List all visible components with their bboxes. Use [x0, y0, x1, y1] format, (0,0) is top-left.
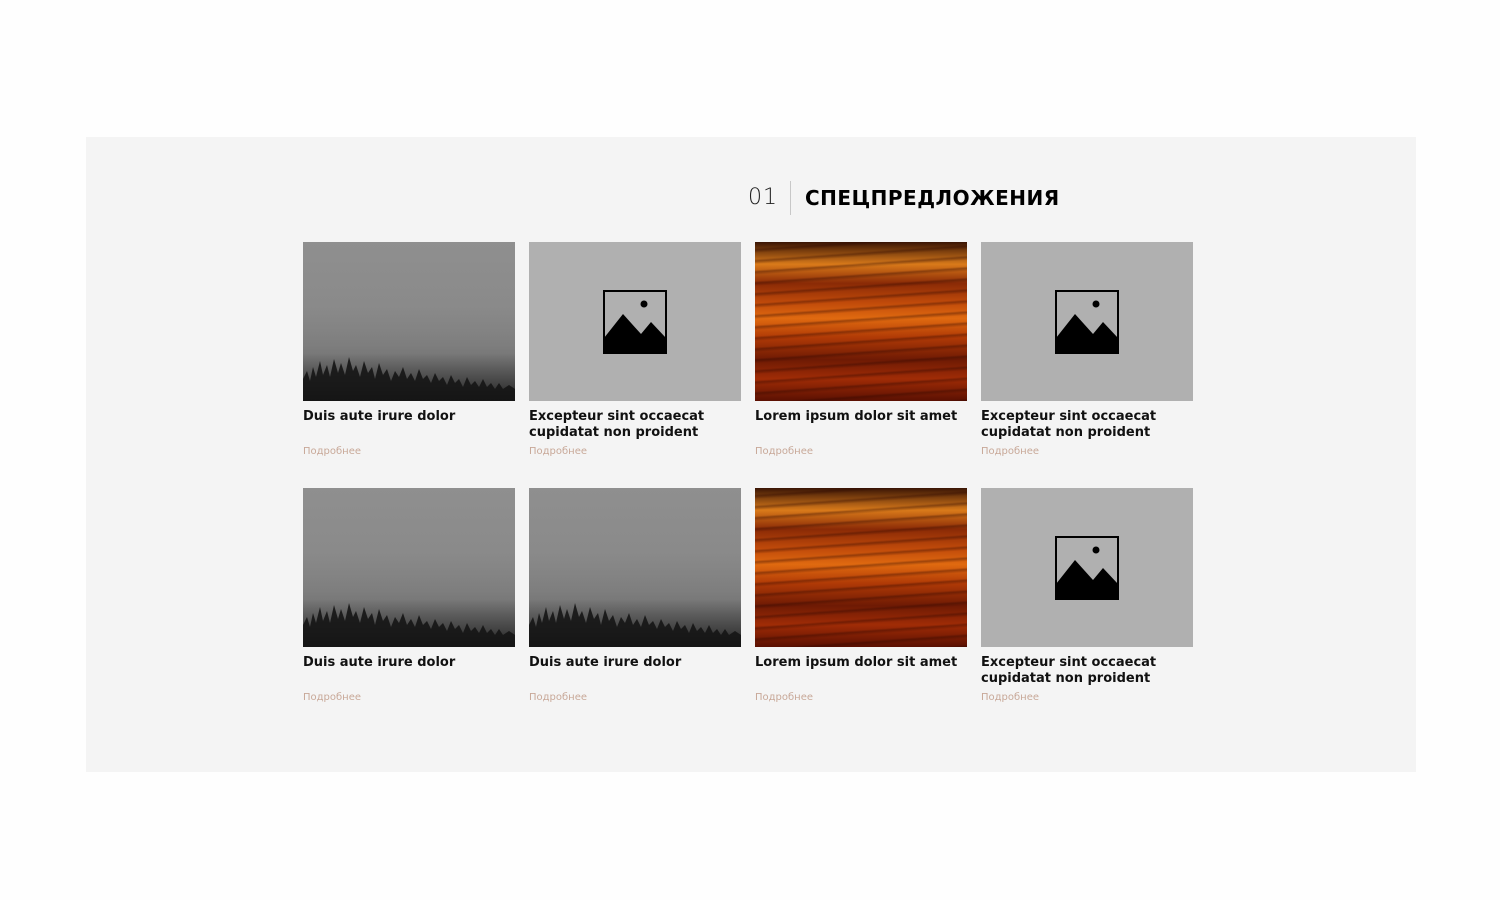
forest-silhouette: [303, 357, 515, 401]
section-title: СПЕЦПРЕДЛОЖЕНИЯ: [805, 186, 1060, 210]
offer-title[interactable]: Excepteur sint occaecat cupidatat non pr…: [981, 655, 1193, 687]
offer-image-fog-forest[interactable]: [303, 242, 515, 401]
offer-card[interactable]: Duis aute irure dolor Подробнее: [303, 242, 515, 458]
offer-card[interactable]: Lorem ipsum dolor sit amet Подробнее: [755, 488, 967, 704]
offer-title[interactable]: Duis aute irure dolor: [303, 655, 515, 687]
more-link[interactable]: Подробнее: [303, 446, 515, 458]
more-link[interactable]: Подробнее: [529, 692, 741, 704]
offer-title[interactable]: Duis aute irure dolor: [303, 409, 515, 441]
heading-divider: [790, 181, 791, 215]
offer-image-placeholder[interactable]: [529, 242, 741, 401]
offer-image-fog-forest[interactable]: [529, 488, 741, 647]
forest-silhouette: [529, 603, 741, 647]
section-heading: 01 СПЕЦПРЕДЛОЖЕНИЯ: [748, 181, 1060, 215]
offer-title[interactable]: Lorem ipsum dolor sit amet: [755, 409, 967, 441]
more-link[interactable]: Подробнее: [303, 692, 515, 704]
offer-card[interactable]: Lorem ipsum dolor sit amet Подробнее: [755, 242, 967, 458]
more-link[interactable]: Подробнее: [981, 446, 1193, 458]
offer-title[interactable]: Duis aute irure dolor: [529, 655, 741, 687]
offer-card[interactable]: Duis aute irure dolor Подробнее: [303, 488, 515, 704]
more-link[interactable]: Подробнее: [981, 692, 1193, 704]
special-offers-section: 01 СПЕЦПРЕДЛОЖЕНИЯ Duis aute irure dolor…: [86, 137, 1416, 772]
offer-image-sunset[interactable]: [755, 242, 967, 401]
offer-title[interactable]: Excepteur sint occaecat cupidatat non pr…: [981, 409, 1193, 441]
section-number: 01: [748, 185, 778, 210]
offer-image-fog-forest[interactable]: [303, 488, 515, 647]
offer-card[interactable]: Duis aute irure dolor Подробнее: [529, 488, 741, 704]
more-link[interactable]: Подробнее: [755, 446, 967, 458]
offer-title[interactable]: Lorem ipsum dolor sit amet: [755, 655, 967, 687]
image-placeholder-icon: [603, 290, 667, 354]
offer-card[interactable]: Excepteur sint occaecat cupidatat non pr…: [981, 242, 1193, 458]
image-placeholder-icon: [1055, 290, 1119, 354]
offer-title[interactable]: Excepteur sint occaecat cupidatat non pr…: [529, 409, 741, 441]
offer-image-placeholder[interactable]: [981, 242, 1193, 401]
offer-image-sunset[interactable]: [755, 488, 967, 647]
image-placeholder-icon: [1055, 536, 1119, 600]
more-link[interactable]: Подробнее: [755, 692, 967, 704]
forest-silhouette: [303, 603, 515, 647]
more-link[interactable]: Подробнее: [529, 446, 741, 458]
offer-image-placeholder[interactable]: [981, 488, 1193, 647]
offer-card[interactable]: Excepteur sint occaecat cupidatat non pr…: [981, 488, 1193, 704]
offer-card[interactable]: Excepteur sint occaecat cupidatat non pr…: [529, 242, 741, 458]
